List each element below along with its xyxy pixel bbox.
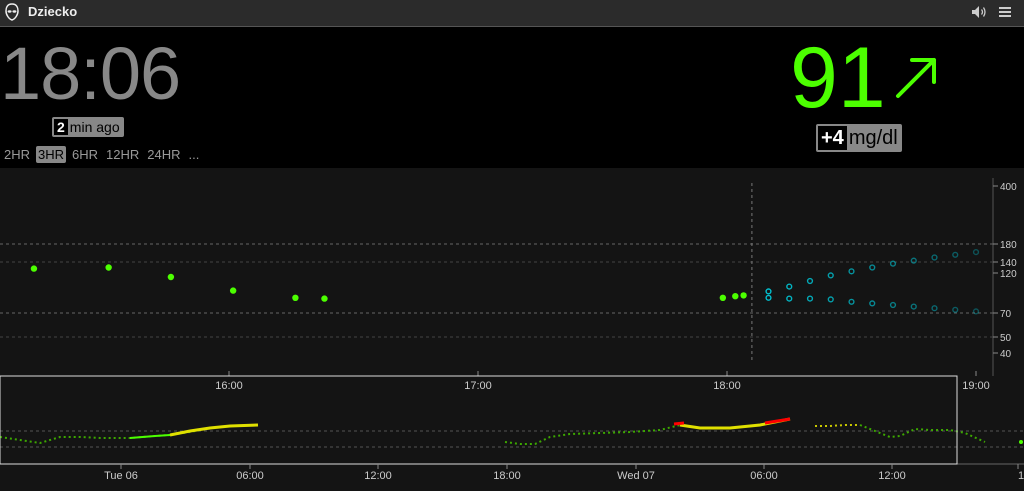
y-tick-label: 140 xyxy=(1000,258,1017,269)
y-tick-label: 50 xyxy=(1000,333,1012,344)
range-more[interactable]: ... xyxy=(187,146,202,163)
alien-head-icon xyxy=(5,3,19,21)
glucose-reading-point xyxy=(30,265,38,272)
overview-x-tick-label: Tue 06 xyxy=(104,470,138,482)
main-chart-bg xyxy=(0,168,1024,376)
last-reading-age: 2 min ago xyxy=(52,117,124,137)
age-value: 2 xyxy=(54,119,68,135)
overview-x-tick-label: 12:00 xyxy=(364,470,392,482)
app-title: Dziecko xyxy=(28,4,78,19)
overview-x-tick-label: 18:00 xyxy=(493,470,521,482)
range-2hr[interactable]: 2HR xyxy=(2,146,32,163)
glucose-reading-point xyxy=(105,264,112,271)
y-tick-label: 400 xyxy=(1000,182,1017,193)
y-tick-label: 40 xyxy=(1000,349,1012,360)
title-bar: Dziecko xyxy=(0,0,1024,27)
glucose-reading-point xyxy=(229,287,237,294)
speaker-icon[interactable] xyxy=(971,5,987,19)
delta-unit: mg/dl xyxy=(848,126,898,149)
overview-x-tick-label: 06:00 xyxy=(750,470,778,482)
x-tick-label: 19:00 xyxy=(962,380,990,392)
y-tick-label: 120 xyxy=(1000,269,1017,280)
y-tick-label: 70 xyxy=(1000,309,1012,320)
delta-value: +4 xyxy=(818,126,847,150)
glucose-reading-point xyxy=(740,292,747,299)
x-tick-label: 16:00 xyxy=(215,380,243,392)
glucose-value: 91 xyxy=(790,30,886,126)
range-3hr[interactable]: 3HR xyxy=(36,146,67,163)
glucose-reading-point xyxy=(321,295,328,302)
current-time: 18:06 xyxy=(0,32,181,115)
range-12hr[interactable]: 12HR xyxy=(104,146,141,163)
overview-x-tick-label: 06:00 xyxy=(236,470,264,482)
glucose-reading-point xyxy=(732,293,739,300)
range-24hr[interactable]: 24HR xyxy=(145,146,182,163)
x-tick-label: 18:00 xyxy=(713,380,741,392)
range-selector: 2HR 3HR 6HR 12HR 24HR ... xyxy=(2,146,201,163)
overview-x-tick-label: 12:00 xyxy=(878,470,906,482)
glucose-chart[interactable]: 400180140120705040 16:00 17:00 18:00 19:00 … xyxy=(0,168,1024,491)
x-tick-label: 17:00 xyxy=(464,380,492,392)
arrow-up-right-icon xyxy=(896,58,936,98)
hamburger-menu-icon[interactable] xyxy=(998,5,1012,19)
range-6hr[interactable]: 6HR xyxy=(70,146,100,163)
overview-x-tick-label: 18: xyxy=(1018,470,1024,482)
glucose-reading-point xyxy=(292,294,299,301)
glucose-reading-point xyxy=(167,273,175,281)
glucose-delta: +4 mg/dl xyxy=(816,124,902,152)
glucose-reading-point xyxy=(719,294,727,301)
age-unit: min ago xyxy=(69,119,120,135)
y-tick-label: 180 xyxy=(1000,240,1017,251)
overview-x-tick-label: Wed 07 xyxy=(617,470,655,482)
